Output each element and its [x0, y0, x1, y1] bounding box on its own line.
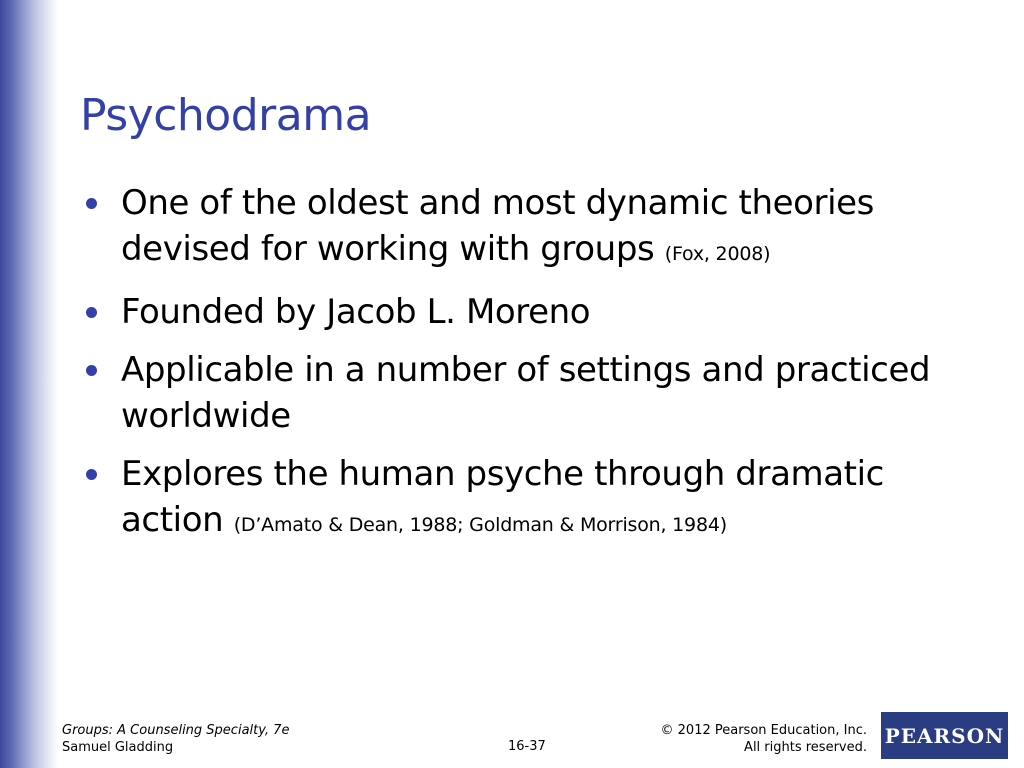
bullet-dot-icon	[86, 469, 97, 480]
slide: Psychodrama One of the oldest and most d…	[0, 0, 1024, 768]
bullet-text: Applicable in a number of settings and p…	[121, 350, 931, 436]
bullet-list: One of the oldest and most dynamic theor…	[84, 180, 984, 560]
pearson-logo-text: PEARSON	[884, 723, 1005, 748]
footer-page-number: 16-37	[508, 739, 546, 754]
footer-copyright: © 2012 Pearson Education, Inc.	[660, 723, 867, 738]
bullet-item: Founded by Jacob L. Moreno	[84, 289, 984, 335]
bullet-citation: (Fox, 2008)	[664, 243, 771, 265]
bullet-dot-icon	[86, 307, 97, 318]
footer-book-title: Groups: A Counseling Specialty, 7e	[62, 723, 290, 738]
slide-title: Psychodrama	[80, 90, 372, 141]
footer-right: © 2012 Pearson Education, Inc. All right…	[661, 722, 867, 756]
footer-left: Groups: A Counseling Specialty, 7e Samue…	[62, 722, 289, 756]
bullet-text: Founded by Jacob L. Moreno	[121, 292, 591, 332]
bullet-dot-icon	[86, 365, 97, 376]
bullet-item: Applicable in a number of settings and p…	[84, 347, 984, 439]
bullet-item: Explores the human psyche through dramat…	[84, 451, 984, 548]
bullet-item: One of the oldest and most dynamic theor…	[84, 180, 984, 277]
bullet-citation: (D’Amato & Dean, 1988; Goldman & Morriso…	[233, 514, 727, 536]
left-gradient-bar	[0, 0, 58, 768]
footer-author: Samuel Gladding	[62, 740, 174, 755]
pearson-logo: PEARSON	[881, 712, 1008, 759]
bullet-dot-icon	[86, 198, 97, 209]
footer-rights: All rights reserved.	[744, 740, 867, 755]
